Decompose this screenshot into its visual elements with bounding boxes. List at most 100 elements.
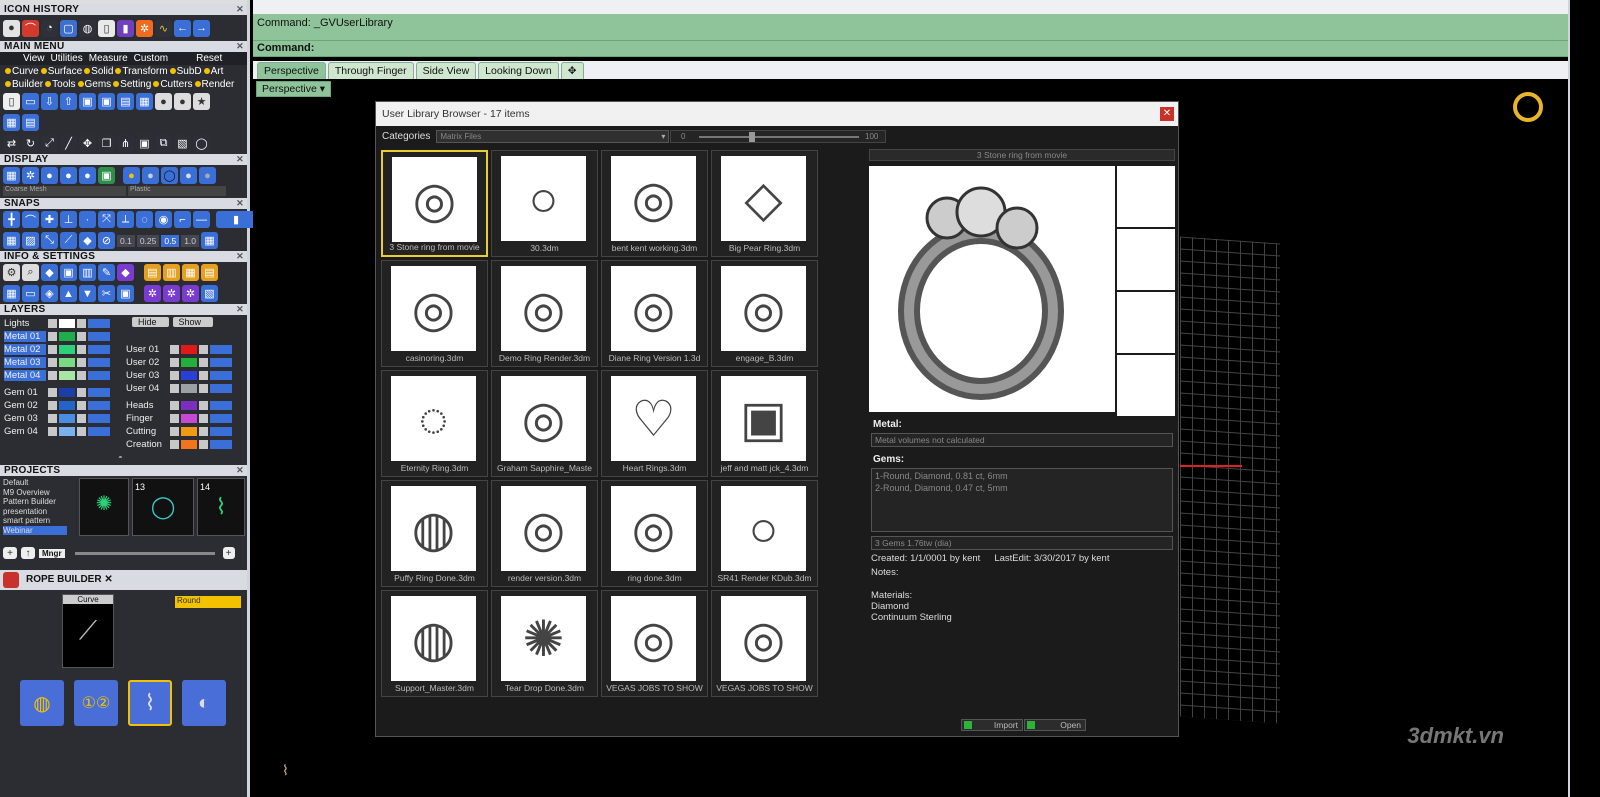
list-icon[interactable]: ▤: [201, 264, 218, 281]
menu-item[interactable]: Builder: [5, 79, 43, 90]
layer-color-swatch[interactable]: [59, 388, 75, 397]
menu-item[interactable]: Reset: [196, 53, 222, 64]
library-item[interactable]: ◎ Demo Ring Render.3dm: [491, 260, 598, 367]
table-icon[interactable]: ▦: [182, 264, 199, 281]
rope-twist-icon[interactable]: ⌇: [128, 680, 172, 726]
layer-color-swatch[interactable]: [59, 358, 75, 367]
project-slider[interactable]: [74, 551, 215, 555]
layer-row[interactable]: Lights: [0, 317, 122, 330]
library-item[interactable]: ◎ Graham Sapphire_Maste: [491, 370, 598, 477]
layer-row[interactable]: Gem 01: [0, 386, 122, 399]
open-icon[interactable]: ▭: [22, 93, 39, 110]
lock-icon[interactable]: [77, 427, 86, 436]
shapes-icon[interactable]: ▲: [60, 285, 77, 302]
measure-icon[interactable]: ▥: [79, 264, 96, 281]
menu-item[interactable]: Curve: [5, 66, 39, 77]
new-file-icon[interactable]: ▯: [3, 93, 20, 110]
library-item[interactable]: ◎ VEGAS JOBS TO SHOW: [711, 590, 818, 697]
visibility-toggle[interactable]: [88, 332, 110, 341]
report-icon[interactable]: ▤: [144, 264, 161, 281]
snap-value[interactable]: 0.1: [117, 234, 135, 247]
menu-item[interactable]: Solid: [84, 66, 113, 77]
close-icon[interactable]: ✕: [236, 251, 244, 262]
side-view-thumb[interactable]: [1117, 292, 1175, 353]
search-icon[interactable]: ⌕: [22, 264, 39, 281]
visibility-toggle[interactable]: [88, 401, 110, 410]
close-icon[interactable]: ✕: [236, 4, 244, 15]
visibility-toggle[interactable]: [88, 319, 110, 328]
line-icon[interactable]: ╱: [60, 135, 77, 152]
forward-arrow-icon[interactable]: →: [193, 19, 210, 37]
layer-color-swatch[interactable]: [181, 358, 197, 367]
project-thumb[interactable]: 13 ◯: [132, 478, 194, 536]
gem-icon[interactable]: ◆: [117, 264, 134, 281]
filter-icon[interactable]: ▼: [79, 285, 96, 302]
shape-icon[interactable]: ◔: [41, 19, 58, 37]
palette-icon[interactable]: ✲: [163, 285, 180, 302]
menu-item[interactable]: SubD: [169, 66, 202, 77]
settings-icon[interactable]: ⚙: [3, 264, 20, 281]
scale-icon[interactable]: ⤢: [41, 135, 58, 152]
lock-icon[interactable]: [199, 414, 208, 423]
export-icon[interactable]: ⇧: [60, 93, 77, 110]
near-snap-icon[interactable]: ⌒: [22, 211, 39, 228]
project-item[interactable]: presentation: [3, 507, 67, 517]
user-icon[interactable]: ●: [155, 93, 172, 110]
tan-snap-icon[interactable]: ◌: [136, 211, 153, 228]
int-snap-icon[interactable]: ⤧: [98, 211, 115, 228]
layer-row[interactable]: User 02: [122, 356, 244, 369]
rope-shape-icon[interactable]: ◐: [182, 680, 226, 726]
round-select[interactable]: Round: [175, 596, 241, 608]
print-icon[interactable]: ▤: [117, 93, 134, 110]
library-item[interactable]: ◎ casinoring.3dm: [381, 260, 488, 367]
zoom-slider[interactable]: 0 100: [670, 130, 886, 143]
user-icon[interactable]: ●: [3, 19, 20, 37]
back-arrow-icon[interactable]: ←: [174, 19, 191, 37]
menu-item[interactable]: Surface: [40, 66, 82, 77]
command-prompt[interactable]: Command:: [253, 41, 1568, 57]
close-icon[interactable]: ✕: [236, 198, 244, 209]
layer-play-icon[interactable]: [48, 371, 57, 380]
menu-item[interactable]: Setting: [113, 79, 151, 90]
group-icon[interactable]: ▣: [136, 135, 153, 152]
categories-select[interactable]: Matrix Files: [436, 130, 670, 143]
viewport-label[interactable]: Perspective ▾: [256, 81, 332, 97]
xray-icon[interactable]: ▣: [98, 167, 115, 184]
layer-color-swatch[interactable]: [59, 401, 75, 410]
library-item[interactable]: ◎ engage_B.3dm: [711, 260, 818, 367]
show-button[interactable]: Show: [172, 317, 214, 327]
rotate-icon[interactable]: ↻: [22, 135, 39, 152]
snap-value[interactable]: 1.0: [181, 234, 200, 247]
close-icon[interactable]: ✕: [1160, 107, 1174, 121]
chrome-material-icon[interactable]: ●: [199, 167, 216, 184]
project-snap-icon[interactable]: ◆: [79, 232, 96, 249]
library-item[interactable]: ◎ VEGAS JOBS TO SHOW: [601, 590, 708, 697]
layout-grid-icon[interactable]: ▦: [3, 285, 20, 302]
quad-snap-icon[interactable]: ◉: [155, 211, 172, 228]
menu-item[interactable]: Utilities: [51, 53, 83, 64]
shaded-icon[interactable]: ✲: [22, 167, 39, 184]
perspective-view-thumb[interactable]: [1117, 355, 1175, 416]
layer-row[interactable]: User 01: [122, 343, 244, 356]
user-icon[interactable]: ●: [174, 93, 191, 110]
end-snap-icon[interactable]: ╋: [3, 211, 20, 228]
perp-snap-icon[interactable]: ⟂: [117, 211, 134, 228]
layer-row[interactable]: Gem 02: [0, 399, 122, 412]
close-icon[interactable]: ✕: [236, 154, 244, 165]
save-icon[interactable]: ▣: [79, 93, 96, 110]
pattern-icon[interactable]: ▧: [201, 285, 218, 302]
layer-color-swatch[interactable]: [181, 371, 197, 380]
visibility-toggle[interactable]: [88, 388, 110, 397]
tab-through-finger[interactable]: Through Finger: [327, 62, 414, 79]
close-icon[interactable]: ✕: [236, 465, 244, 476]
gold-material-icon[interactable]: ●: [123, 167, 140, 184]
cube-icon[interactable]: ▣: [60, 264, 77, 281]
layer-row[interactable]: User 03: [122, 369, 244, 382]
save-as-icon[interactable]: ▣: [98, 93, 115, 110]
cut-icon[interactable]: ✂: [98, 285, 115, 302]
library-item[interactable]: ▣ jeff and matt jck_4.3dm: [711, 370, 818, 477]
library-item[interactable]: ◎ 3 Stone ring from movie: [381, 150, 488, 257]
coil-icon[interactable]: ∿: [155, 19, 172, 37]
wireframe-icon[interactable]: ▦: [3, 167, 20, 184]
lock-icon[interactable]: [77, 388, 86, 397]
